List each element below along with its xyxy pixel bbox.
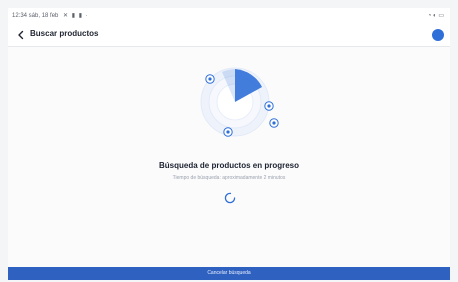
app-frame: 12:34 sáb, 18 feb ✕ ▮ ▮ · ◔ ◐ ▭ Buscar p… [8, 8, 450, 280]
status-icons-left: ✕ ▮ ▮ · [63, 13, 89, 19]
search-progress-panel: Búsqueda de productos en progreso Tiempo… [8, 47, 450, 268]
status-right: ◔ ◐ ▭ [428, 12, 444, 19]
radar-icon [200, 67, 279, 137]
loading-spinner-icon [224, 191, 236, 204]
back-icon[interactable] [14, 28, 28, 42]
avatar[interactable] [432, 29, 444, 41]
status-left: 12:34 sáb, 18 feb ✕ ▮ ▮ · [12, 12, 89, 19]
progress-title: Búsqueda de productos en progreso [158, 161, 299, 170]
status-bar: 12:34 sáb, 18 feb ✕ ▮ ▮ · ◔ ◐ ▭ [8, 8, 450, 24]
progress-subtitle: Tiempo de búsqueda: aproximadamente 2 mi… [172, 175, 286, 181]
radar-illustration [190, 57, 280, 147]
cancel-search-button[interactable]: Cancelar búsqueda [8, 267, 450, 280]
status-time: 12:34 sáb, 18 feb [12, 13, 59, 19]
status-icons-right: ◔ ◐ ▭ [427, 13, 444, 19]
page-title: Buscar productos [30, 29, 99, 38]
app-bar: Buscar productos [8, 24, 450, 46]
